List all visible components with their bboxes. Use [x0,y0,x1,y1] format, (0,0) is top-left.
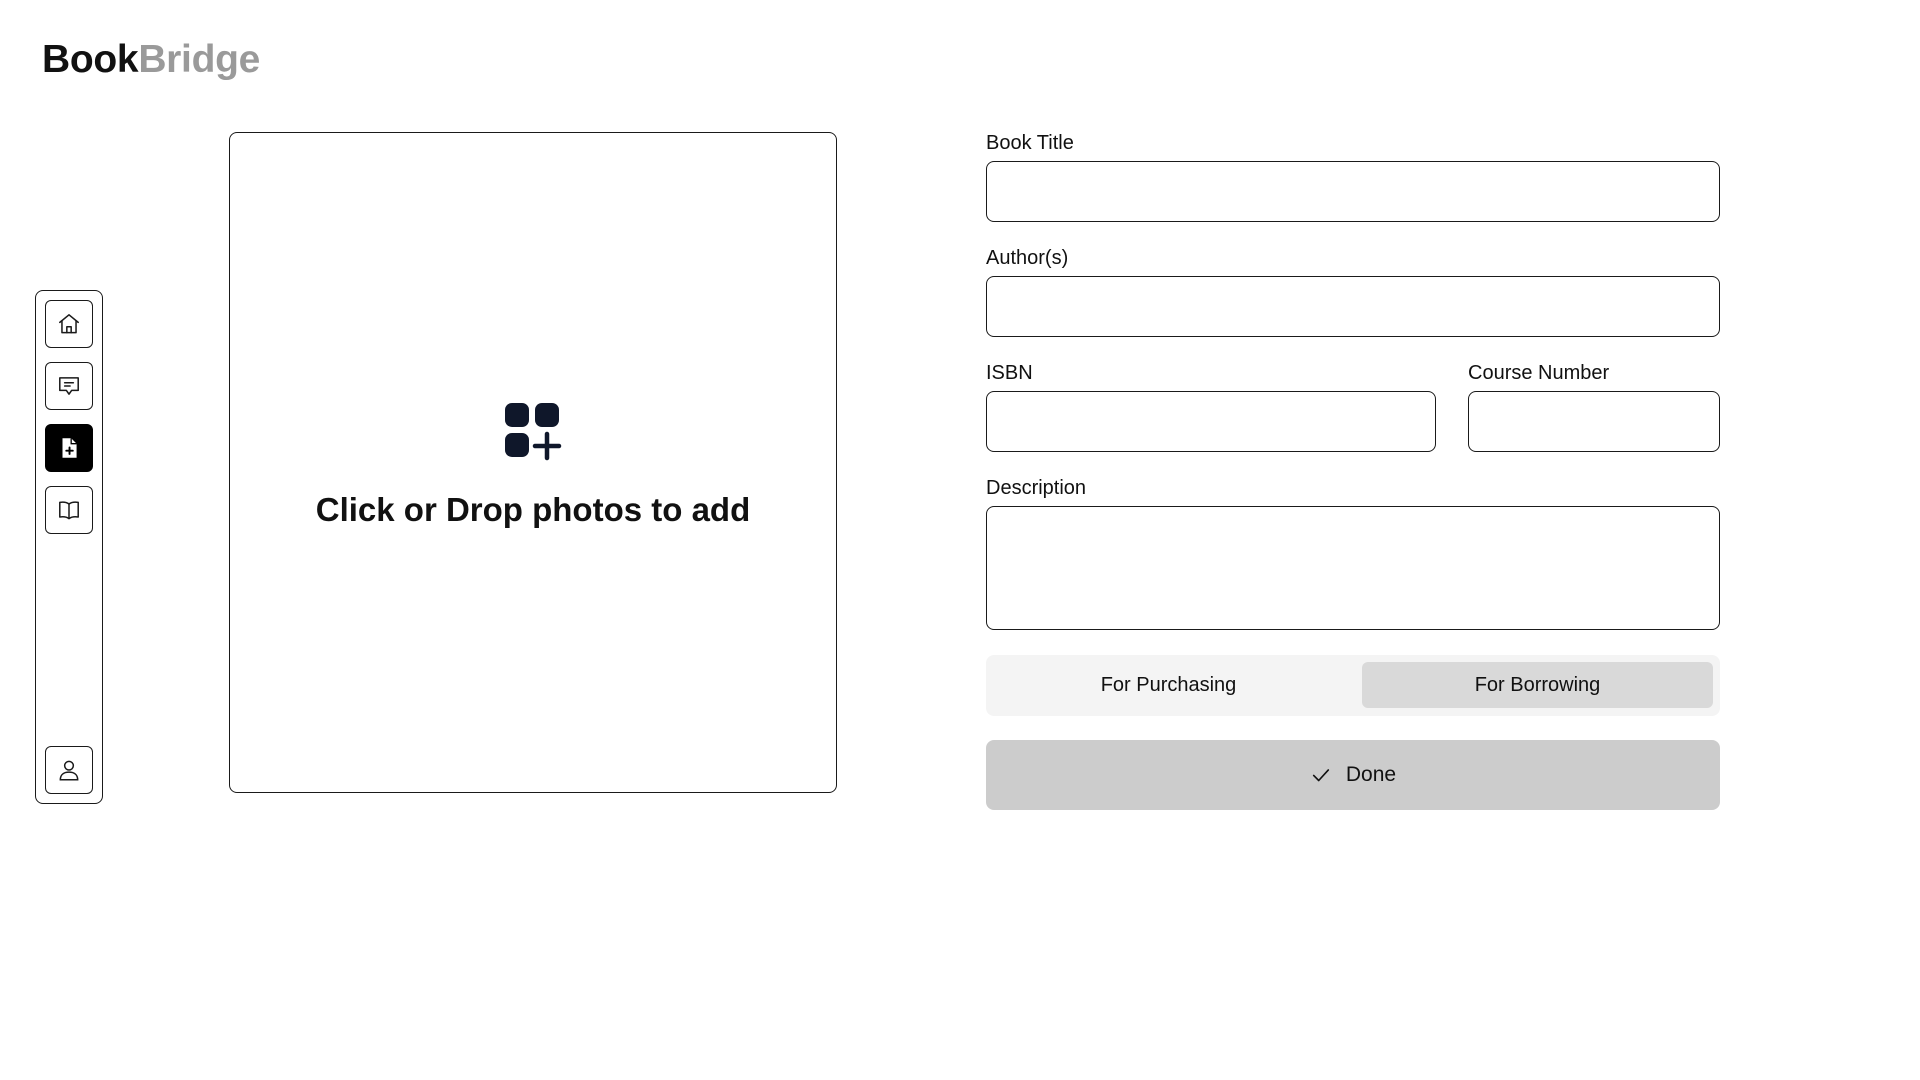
toggle-option-borrowing[interactable]: For Borrowing [1362,662,1713,708]
brand-logo[interactable]: BookBridge [42,38,260,82]
description-label: Description [986,477,1087,499]
sidebar-nav [35,290,103,804]
sidebar-item-profile[interactable] [45,746,93,794]
book-title-label: Book Title [986,132,1074,154]
sidebar-item-library[interactable] [45,486,93,534]
brand-logo-part1: Book [42,38,139,81]
done-button[interactable]: Done [986,740,1720,810]
description-textarea[interactable] [986,506,1720,630]
isbn-label: ISBN [986,362,1033,384]
chat-icon [59,377,79,395]
listing-type-toggle: For Purchasing For Borrowing [986,655,1720,716]
dropzone-text: Click or Drop photos to add [315,491,751,528]
brand-logo-part2: Bridge [138,38,261,81]
photo-dropzone[interactable]: Click or Drop photos to add [229,132,837,793]
file-plus-icon [62,438,77,458]
authors-input[interactable] [986,276,1720,337]
authors-label: Author(s) [986,247,1069,269]
sidebar-item-home[interactable] [45,300,93,348]
apps-add-icon [505,403,562,461]
sidebar-item-messages[interactable] [45,362,93,410]
sidebar-item-new-listing[interactable] [45,424,93,472]
check-icon [1312,769,1330,782]
user-icon [59,760,79,781]
isbn-input[interactable] [986,391,1436,452]
book-title-input[interactable] [986,161,1720,222]
toggle-option-purchasing[interactable]: For Purchasing [993,662,1344,708]
course-number-input[interactable] [1468,391,1720,452]
book-open-icon [59,501,79,520]
done-button-label: Done [1345,763,1397,786]
home-icon [59,314,79,334]
course-number-label: Course Number [1468,362,1610,384]
